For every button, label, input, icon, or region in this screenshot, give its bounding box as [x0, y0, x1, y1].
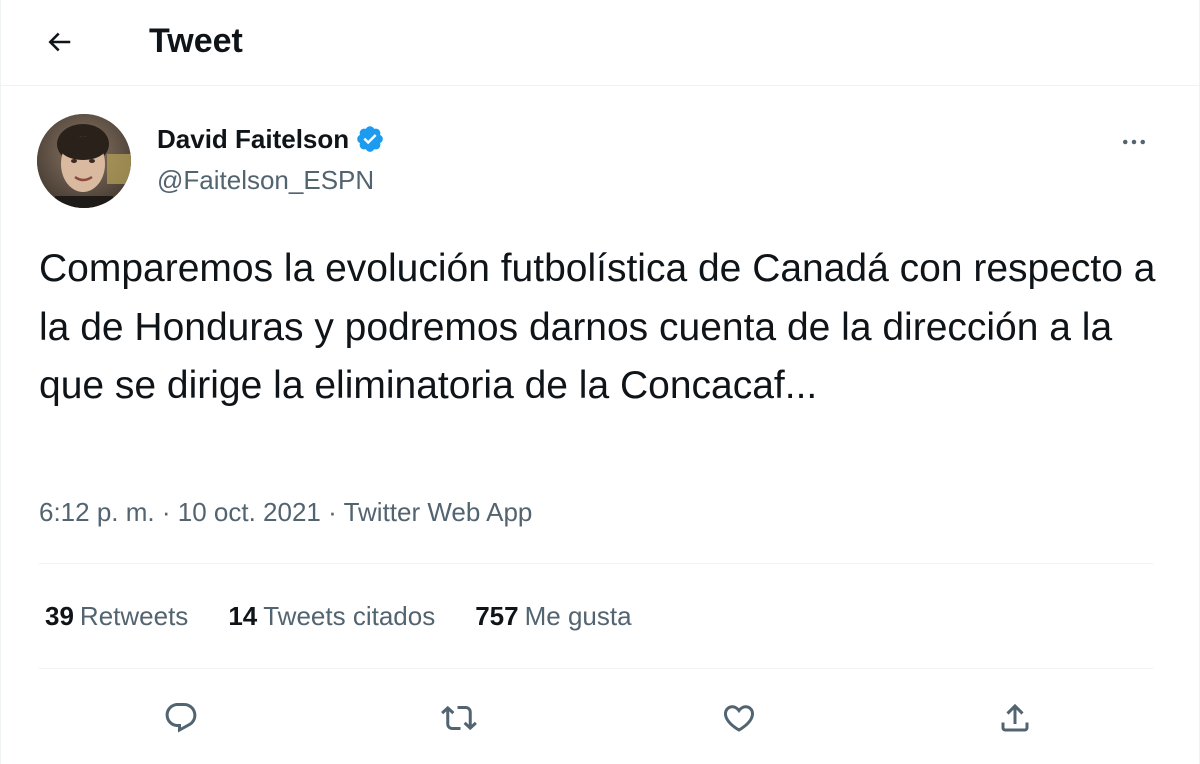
like-button[interactable] [717, 696, 761, 740]
share-button[interactable] [993, 696, 1037, 740]
more-options-button[interactable] [1111, 124, 1157, 160]
avatar[interactable] [37, 114, 131, 208]
verified-badge-icon [355, 124, 385, 154]
tweet-date[interactable]: 10 oct. 2021 [178, 497, 321, 527]
author-name[interactable]: David Faitelson [157, 122, 349, 156]
tweet-time[interactable]: 6:12 p. m. [39, 497, 155, 527]
reply-icon [165, 703, 197, 733]
stat-count: 39 [45, 601, 74, 631]
tweet-meta: 6:12 p. m. · 10 oct. 2021 · Twitter Web … [39, 492, 532, 532]
tweet-text: Comparemos la evolución futbolística de … [39, 247, 1156, 407]
stat-count: 14 [228, 601, 258, 631]
tweet-source[interactable]: Twitter Web App [344, 497, 533, 527]
meta-separator: · [328, 497, 337, 527]
more-horizontal-icon [1123, 139, 1145, 145]
tweet-stats: 39 Retweets 14 Tweets citados 757 Me gusta [45, 596, 672, 636]
page-header: Tweet [1, 0, 1200, 86]
page-title: Tweet [149, 22, 243, 60]
back-button[interactable] [37, 20, 81, 64]
share-icon [1001, 703, 1029, 732]
author-photo [37, 114, 131, 208]
stat-label: Me gusta [524, 601, 632, 631]
likes-stat[interactable]: 757 Me gusta [475, 596, 631, 636]
heart-icon [723, 705, 755, 732]
retweet-button[interactable] [437, 696, 481, 740]
retweets-stat[interactable]: 39 Retweets [45, 596, 188, 636]
author-name-row: David Faitelson [157, 122, 385, 156]
arrow-left-icon [48, 32, 71, 52]
stat-label: Tweets citados [263, 601, 436, 631]
meta-separator: · [161, 497, 171, 527]
stat-label: Retweets [79, 601, 189, 631]
author-handle[interactable]: @Faitelson_ESPN [157, 163, 374, 197]
divider [39, 563, 1153, 564]
divider [39, 668, 1153, 669]
stat-count: 757 [475, 601, 519, 631]
quote-tweets-stat[interactable]: 14 Tweets citados [228, 596, 435, 636]
tweet-page: Tweet David Faitelson @Faitelson_ESPN Co… [0, 0, 1200, 764]
retweet-icon [441, 705, 477, 731]
reply-button[interactable] [159, 696, 203, 740]
